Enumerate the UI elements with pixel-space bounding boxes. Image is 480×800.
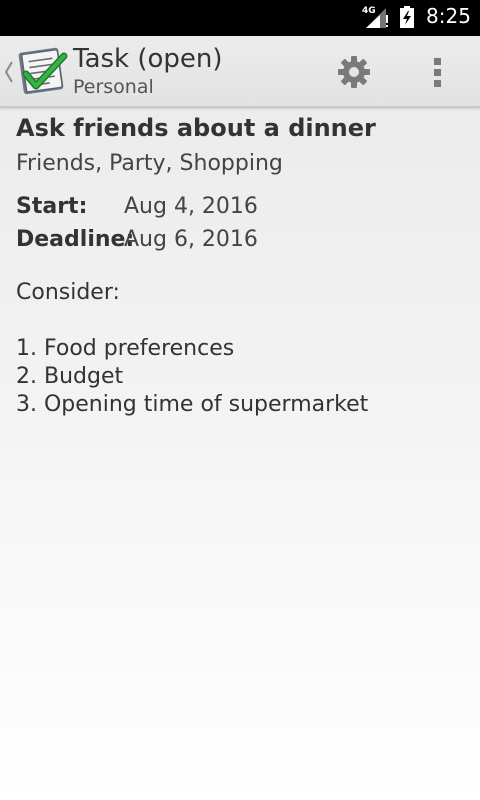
page-subtitle: Personal	[73, 76, 154, 98]
settings-button[interactable]	[328, 46, 380, 98]
back-caret-icon	[4, 61, 13, 83]
gear-icon	[338, 56, 370, 88]
action-bar: Task (open) Personal	[0, 36, 480, 108]
description-intro: Consider:	[16, 280, 120, 305]
description-item: 1. Food preferences	[16, 336, 235, 361]
task-tags: Friends, Party, Shopping	[16, 151, 283, 176]
task-description: Consider: 1. Food preferences 2. Budget …	[16, 279, 466, 419]
title-block: Task (open) Personal	[73, 42, 223, 98]
overflow-menu-button[interactable]	[414, 46, 462, 98]
deadline-label: Deadline:	[16, 227, 135, 252]
battery-icon	[400, 6, 414, 28]
up-button[interactable]	[0, 36, 72, 106]
page-title: Task (open)	[73, 44, 223, 74]
start-label: Start:	[16, 194, 88, 219]
network-type-label: 4G	[362, 6, 376, 16]
start-value: Aug 4, 2016	[124, 194, 258, 219]
task-details: Ask friends about a dinner Friends, Part…	[16, 110, 466, 419]
status-bar: 4G 8:25	[0, 0, 480, 36]
task-title: Ask friends about a dinner	[16, 114, 376, 142]
deadline-row: Deadline: Aug 6, 2016	[16, 223, 466, 256]
description-item: 2. Budget	[16, 364, 124, 389]
signal-icon: 4G	[362, 6, 390, 30]
description-item: 3. Opening time of supermarket	[16, 392, 369, 417]
deadline-value: Aug 6, 2016	[124, 227, 258, 252]
task-dates: Start: Aug 4, 2016 Deadline: Aug 6, 2016	[16, 190, 466, 256]
overflow-menu-icon	[434, 58, 441, 87]
checklist-icon	[18, 47, 68, 95]
start-row: Start: Aug 4, 2016	[16, 190, 466, 223]
status-time: 8:25	[426, 4, 471, 28]
